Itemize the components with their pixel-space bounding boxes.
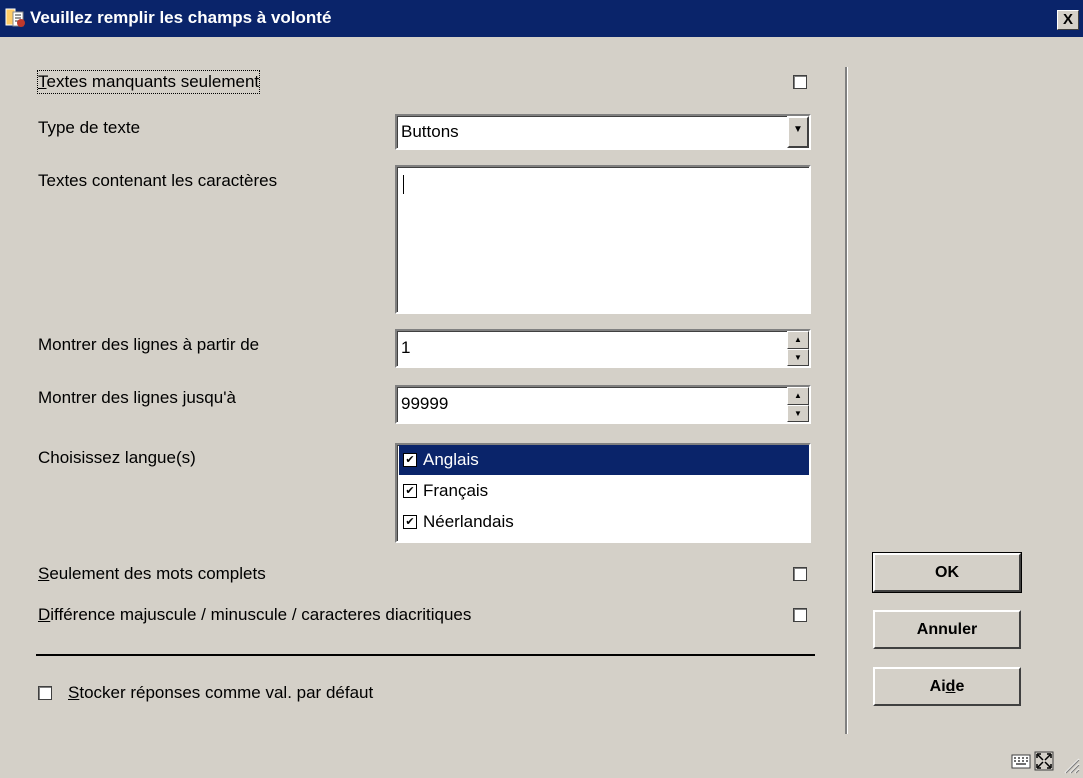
- to-line-value: 99999: [401, 394, 449, 413]
- checkbox-checked-icon[interactable]: ✔: [403, 515, 417, 529]
- to-line-spinner[interactable]: 99999 ▲ ▼: [395, 385, 811, 424]
- case-sensitive-checkbox[interactable]: [793, 608, 807, 622]
- app-icon: [5, 8, 25, 27]
- chevron-down-icon[interactable]: ▼: [787, 116, 809, 148]
- keyboard-icon[interactable]: [1011, 752, 1031, 770]
- whole-words-checkbox[interactable]: [793, 567, 807, 581]
- from-line-label: Montrer des lignes à partir de: [38, 335, 260, 354]
- list-item-anglais[interactable]: ✔ Anglais: [399, 445, 809, 475]
- text-cursor: [403, 175, 404, 194]
- missing-only-checkbox[interactable]: [793, 75, 807, 89]
- from-line-spinner[interactable]: 1 ▲ ▼: [395, 329, 811, 368]
- to-line-spin-buttons[interactable]: ▲ ▼: [787, 387, 809, 422]
- case-sensitive-label: Différence majuscule / minuscule / carac…: [38, 605, 472, 624]
- list-item-francais[interactable]: ✔ Français: [399, 476, 809, 506]
- cancel-button[interactable]: Annuler: [873, 610, 1021, 649]
- spin-up-icon[interactable]: ▲: [787, 331, 809, 349]
- title-bar: Veuillez remplir les champs à volonté X: [0, 0, 1083, 37]
- languages-list[interactable]: ✔ Anglais ✔ Français ✔ Néerlandais: [395, 443, 811, 543]
- contains-label: Textes contenant les caractères: [38, 171, 278, 190]
- text-type-label: Type de texte: [38, 118, 141, 137]
- ok-button[interactable]: OK: [872, 552, 1022, 593]
- spin-down-icon[interactable]: ▼: [787, 348, 809, 366]
- close-button[interactable]: X: [1057, 10, 1079, 30]
- store-defaults-label: Stocker réponses comme val. par défaut: [68, 683, 374, 702]
- close-icon: X: [1062, 11, 1073, 28]
- window-title: Veuillez remplir les champs à volonté: [30, 8, 332, 27]
- maximize-icon[interactable]: [1034, 751, 1054, 771]
- horizontal-divider: [36, 654, 815, 656]
- checkbox-checked-icon[interactable]: ✔: [403, 484, 417, 498]
- from-line-value: 1: [401, 338, 411, 357]
- list-item-neerlandais[interactable]: ✔ Néerlandais: [399, 507, 809, 537]
- contains-textarea[interactable]: [395, 165, 811, 314]
- spin-up-icon[interactable]: ▲: [787, 387, 809, 405]
- vertical-divider: [845, 67, 848, 734]
- help-button[interactable]: Aide: [873, 667, 1021, 706]
- from-line-spin-buttons[interactable]: ▲ ▼: [787, 331, 809, 366]
- resize-grip-icon[interactable]: [1062, 756, 1080, 774]
- checkbox-checked-icon[interactable]: ✔: [403, 453, 417, 467]
- store-defaults-checkbox[interactable]: [38, 686, 52, 700]
- whole-words-label: Seulement des mots complets: [38, 564, 266, 583]
- spin-down-icon[interactable]: ▼: [787, 404, 809, 422]
- text-type-dropdown[interactable]: Buttons ▼: [395, 114, 811, 150]
- to-line-label: Montrer des lignes jusqu'à: [38, 388, 236, 407]
- languages-label: Choisissez langue(s): [38, 448, 196, 467]
- text-type-value: Buttons: [401, 122, 459, 141]
- missing-only-label: Textes manquants seulement: [36, 70, 261, 94]
